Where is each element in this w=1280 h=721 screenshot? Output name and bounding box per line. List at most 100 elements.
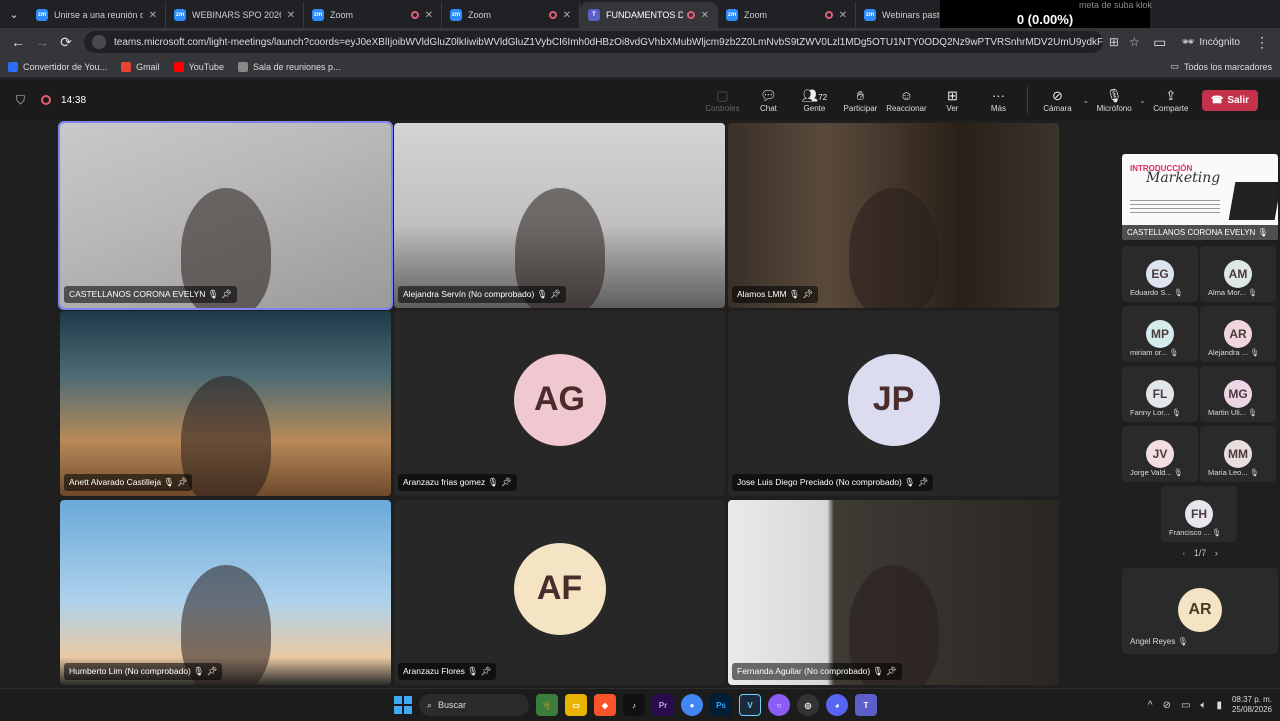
photoshop-icon[interactable]: Ps xyxy=(710,694,732,716)
bookmark-item[interactable]: Convertidor de You... xyxy=(8,61,107,72)
participant-tile[interactable]: AF Aranzazu Flores 🎙︎ 📌︎ xyxy=(394,500,725,685)
people-button[interactable]: 👥︎72 Gente xyxy=(791,88,837,113)
browser-tab[interactable]: zm WEBINARS SPO 2026 ✕ xyxy=(166,2,304,28)
participant-tile[interactable]: CASTELLANOS CORONA EVELYN 🎙︎ 📌︎ xyxy=(58,121,393,310)
all-bookmarks-button[interactable]: ▭ Todos los marcadores xyxy=(1170,61,1272,72)
gallery-participant-tile[interactable]: FH Francisco ... 🎙︎ xyxy=(1161,486,1237,542)
browser-tab[interactable]: zm Zoom ✕ xyxy=(718,2,856,28)
network-icon[interactable]: ▭ xyxy=(1181,700,1190,711)
back-arrow-icon[interactable]: ← xyxy=(6,30,30,54)
obs-icon[interactable]: ○ xyxy=(768,694,790,716)
participant-tile[interactable]: JP Jose Luis Diego Preciado (No comprobad… xyxy=(728,311,1059,496)
tiktok-icon[interactable]: ♪ xyxy=(623,694,645,716)
participant-tile-extra[interactable]: AR Angel Reyes 🎙︎ xyxy=(1122,568,1278,654)
teams-icon[interactable]: T xyxy=(855,694,877,716)
bookmark-item[interactable]: YouTube xyxy=(173,61,224,72)
people-icon: 👥︎72 xyxy=(801,87,828,103)
participant-video xyxy=(848,187,939,308)
pager-prev-icon[interactable]: ‹ xyxy=(1182,548,1185,558)
participant-name: Angel Reyes 🎙︎ xyxy=(1130,637,1188,646)
react-button[interactable]: ☺ Reaccionar xyxy=(883,88,929,113)
more-button[interactable]: ··· Más xyxy=(975,88,1021,113)
gallery-participant-tile[interactable]: MM Maria Leo... 🎙︎ xyxy=(1200,426,1276,482)
pin-icon[interactable]: 📌︎ xyxy=(802,289,813,299)
site-info-icon[interactable] xyxy=(92,35,106,49)
tab-close-icon[interactable]: ✕ xyxy=(149,10,157,21)
share-button[interactable]: ⇪ Comparte xyxy=(1148,88,1194,113)
pin-icon[interactable]: 📌︎ xyxy=(221,289,232,299)
pager-next-icon[interactable]: › xyxy=(1215,548,1218,558)
participant-tile[interactable]: Anett Alvarado Castilleja 🎙︎ 📌︎ xyxy=(60,311,391,496)
browser-menu-icon[interactable]: ⋮ xyxy=(1250,30,1274,54)
leave-button[interactable]: ☎︎ Salir xyxy=(1201,89,1258,111)
pin-icon[interactable]: 📌︎ xyxy=(550,289,561,299)
raise-hand-button[interactable]: ✋︎ Participar xyxy=(837,88,883,113)
start-menu-icon[interactable] xyxy=(394,696,412,714)
premiere-icon[interactable]: Pr xyxy=(652,694,674,716)
mic-options-chevron-icon[interactable]: ⌄ xyxy=(1139,96,1146,105)
bookmark-item[interactable]: Sala de reuniones p... xyxy=(237,61,341,72)
wifi-off-icon[interactable]: ⊘ xyxy=(1163,700,1171,711)
incognito-badge[interactable]: 🕶 Incógnito xyxy=(1182,37,1240,48)
url-input[interactable]: teams.microsoft.com/light-meetings/launc… xyxy=(84,31,1103,53)
browser-tab[interactable]: zm Zoom ✕ xyxy=(304,2,442,28)
chrome-icon[interactable]: ● xyxy=(681,694,703,716)
tab-close-icon[interactable]: ✕ xyxy=(287,10,295,21)
translate-icon[interactable]: ⊞ xyxy=(1109,35,1119,49)
shared-content-thumbnail[interactable]: INTRODUCCIÓN Marketing CASTELLANOS CORON… xyxy=(1122,154,1278,240)
browser-tab[interactable]: zm Unirse a una reunión de Z ✕ xyxy=(28,2,166,28)
browser-tab[interactable]: zm Zoom ✕ xyxy=(442,2,580,28)
gallery-participant-tile[interactable]: EG Eduardo S... 🎙︎ xyxy=(1122,246,1198,302)
gallery-participant-tile[interactable]: AR Alejandra ... 🎙︎ xyxy=(1200,306,1276,362)
shield-icon[interactable]: ⛉ xyxy=(16,93,25,108)
brave-icon[interactable]: ◆ xyxy=(594,694,616,716)
gallery-participant-tile[interactable]: FL Fanny Lor... 🎙︎ xyxy=(1122,366,1198,422)
browser-tab[interactable]: T FUNDAMENTOS DE M ✕ xyxy=(580,2,718,28)
pin-icon[interactable]: 📌︎ xyxy=(917,477,928,487)
taskbar-clock[interactable]: 08:37 p. m. 25/08/2026 xyxy=(1232,695,1272,715)
pin-icon[interactable]: 📌︎ xyxy=(480,666,491,676)
chat-button[interactable]: 💬︎ Chat xyxy=(745,88,791,113)
view-button[interactable]: ⊞ Ver xyxy=(929,88,975,113)
widgets-icon[interactable]: 🌴 xyxy=(536,694,558,716)
participant-tile[interactable]: AG Aranzazu frias gomez 🎙︎ 📌︎ xyxy=(394,311,725,496)
gallery-participant-tile[interactable]: AM Alma Mor... 🎙︎ xyxy=(1200,246,1276,302)
participant-avatar: MG xyxy=(1224,380,1252,408)
tab-close-icon[interactable]: ✕ xyxy=(563,10,571,21)
forward-arrow-icon[interactable]: → xyxy=(30,30,54,54)
vegas-icon[interactable]: V xyxy=(739,694,761,716)
bookmark-star-icon[interactable]: ☆ xyxy=(1129,35,1140,49)
gallery-participant-tile[interactable]: JV Jorge Vald... 🎙︎ xyxy=(1122,426,1198,482)
app-circle-icon[interactable]: ◎ xyxy=(797,694,819,716)
pin-icon[interactable]: 📌︎ xyxy=(177,477,188,487)
speaker-icon[interactable]: 🔈︎ xyxy=(1200,700,1206,711)
participant-tile[interactable]: Humberto Lim (No comprobado) 🎙︎ 📌︎ xyxy=(60,500,391,685)
tab-close-icon[interactable]: ✕ xyxy=(701,10,709,21)
controls-button[interactable]: ▢ Controles xyxy=(699,88,745,113)
participant-tile[interactable]: Alamos LMM 🎙︎ 📌︎ xyxy=(728,123,1059,308)
participant-tile[interactable]: Alejandra Servín (No comprobado) 🎙︎ 📌︎ xyxy=(394,123,725,308)
camera-button[interactable]: ⊘ Cámara xyxy=(1034,88,1080,113)
bookmark-item[interactable]: Gmail xyxy=(121,61,160,72)
participant-name: miriam or... 🎙︎ xyxy=(1130,348,1179,357)
side-panel-icon[interactable]: ▭ xyxy=(1148,30,1172,54)
taskbar-search[interactable]: ⌕ Buscar xyxy=(419,694,529,716)
discord-icon[interactable]: ◕ xyxy=(826,694,848,716)
tab-close-icon[interactable]: ✕ xyxy=(839,10,847,21)
microphone-button[interactable]: 🎙︎ Micrófono xyxy=(1091,88,1137,113)
gallery-participant-tile[interactable]: MG Martin Uli... 🎙︎ xyxy=(1200,366,1276,422)
file-explorer-icon[interactable]: ▭ xyxy=(565,694,587,716)
camera-options-chevron-icon[interactable]: ⌄ xyxy=(1082,96,1089,105)
tab-close-icon[interactable]: ✕ xyxy=(425,10,433,21)
stats-overlay-subtitle: meta de suba klok xyxy=(1078,0,1152,10)
reload-icon[interactable]: ⟳ xyxy=(54,30,78,54)
pin-icon[interactable]: 📌︎ xyxy=(501,477,512,487)
pin-icon[interactable]: 📌︎ xyxy=(886,666,897,676)
pin-icon[interactable]: 📌︎ xyxy=(206,666,217,676)
tab-search-icon[interactable]: ⌄ xyxy=(0,0,28,28)
participant-name-label: Aranzazu frias gomez 🎙︎ 📌︎ xyxy=(398,474,517,491)
gallery-participant-tile[interactable]: MP miriam or... 🎙︎ xyxy=(1122,306,1198,362)
tray-chevron-icon[interactable]: ^ xyxy=(1148,700,1153,711)
participant-tile[interactable]: Fernanda Aguilar (No comprobado) 🎙︎ 📌︎ xyxy=(728,500,1059,685)
battery-icon[interactable]: ▮ xyxy=(1216,700,1222,711)
